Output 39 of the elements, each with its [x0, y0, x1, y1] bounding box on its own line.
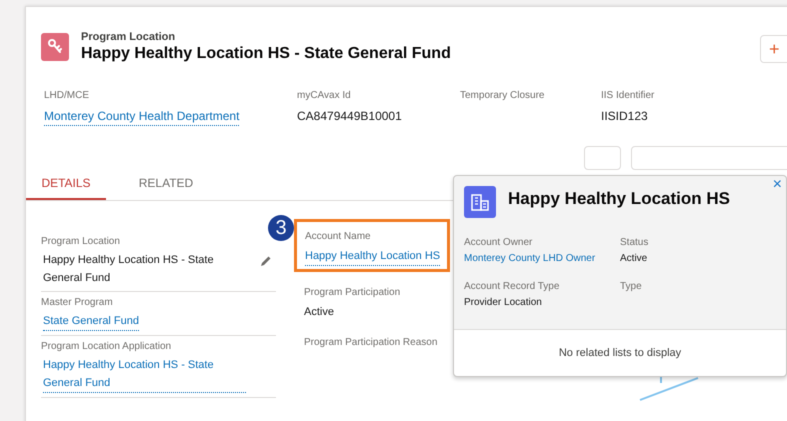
record-link[interactable]: Monterey County LHD Owner: [464, 252, 596, 265]
record-link[interactable]: Monterey County Health Department: [44, 107, 240, 126]
field-label: Account Name: [305, 230, 372, 244]
field-value: Provider Location: [464, 296, 542, 309]
empty-message: No related lists to display: [558, 346, 682, 361]
record-tab[interactable]: RELATED: [106, 168, 226, 200]
field-label: LHD/MCE: [44, 90, 90, 102]
field-value: Active: [304, 305, 334, 320]
field-label: Program Participation: [304, 286, 402, 300]
dropdown-button[interactable]: [631, 146, 787, 170]
dropdown-button[interactable]: [584, 146, 621, 170]
field-label: Account Owner: [464, 236, 534, 249]
field-value: CA8479449B10001: [297, 108, 402, 125]
pencil-icon[interactable]: [260, 255, 272, 267]
record-link[interactable]: Happy Healthy Location HS - State General Fund: [43, 356, 246, 393]
field-label: Temporary Closure: [460, 90, 546, 102]
line-drawing: [639, 377, 699, 401]
popover-title: Happy Healthy Location HS: [508, 188, 730, 210]
field-label: Status: [620, 236, 650, 249]
record-title: Happy Healthy Location HS - State General Fund: [81, 44, 451, 64]
record-link[interactable]: State General Fund: [43, 312, 140, 331]
field-value: Active: [620, 252, 648, 265]
close-button[interactable]: ×: [772, 176, 782, 194]
field-label: Program Location Application: [41, 340, 172, 354]
key-icon: [41, 33, 69, 61]
object-type-label: Program Location: [81, 31, 176, 44]
record-tab[interactable]: DETAILS: [26, 168, 106, 200]
field-value: IISID123: [601, 108, 648, 125]
field-label: IIS Identifier: [601, 90, 656, 102]
field-label: Program Location: [41, 235, 121, 249]
field-label: Program Participation Reason: [304, 336, 438, 350]
field-label: Account Record Type: [464, 280, 560, 293]
field-label: Master Program: [41, 296, 114, 310]
field-label: Type: [620, 280, 643, 293]
record-link[interactable]: Happy Healthy Location HS: [305, 247, 440, 266]
field-value: Happy Healthy Location HS - State General Fund: [43, 253, 215, 286]
field-label: myCAvax Id: [297, 90, 352, 102]
add-button[interactable]: +: [760, 35, 787, 63]
building-icon: [464, 186, 496, 218]
